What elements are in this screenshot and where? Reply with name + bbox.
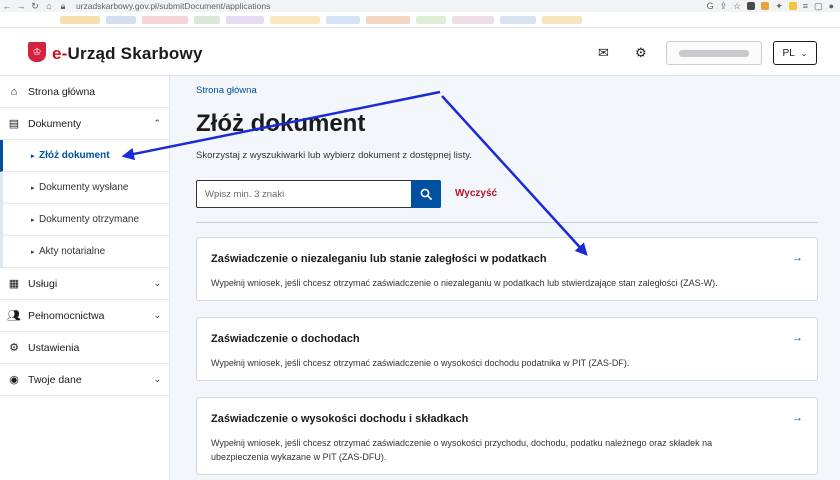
language-select[interactable]: PL ⌄	[773, 41, 817, 65]
sidebar-item-notarial-acts[interactable]: ▸ Akty notarialne	[0, 236, 169, 268]
page-title: Złóż dokument	[196, 110, 366, 137]
chevron-down-icon: ⌄	[153, 374, 161, 384]
home-icon: ⌂	[10, 85, 18, 98]
site-brand[interactable]: e-Urząd Skarbowy	[52, 44, 203, 64]
user-browser-icon[interactable]: ●	[829, 1, 834, 11]
gear-icon[interactable]: ⚙	[635, 45, 647, 61]
search-button[interactable]	[411, 180, 441, 208]
document-card-zas-df[interactable]: Zaświadczenie o dochodach Wypełnij wnios…	[196, 317, 818, 381]
extension-icon[interactable]	[747, 2, 756, 10]
sidebar: ⌂ Strona główna ▤ Dokumenty ⌃ ▸ Złóż dok…	[0, 76, 170, 480]
share-icon[interactable]: ⇪	[720, 1, 728, 12]
annotation-arrow-to-card	[441, 95, 588, 256]
google-icon[interactable]: G	[707, 1, 714, 11]
bookmark-item[interactable]	[106, 15, 136, 24]
sidebar-item-sent-documents[interactable]: ▸ Dokumenty wysłane	[0, 172, 169, 204]
bookmark-item[interactable]	[366, 15, 410, 24]
chevron-up-icon: ⌃	[153, 118, 161, 128]
bookmark-item[interactable]	[194, 15, 220, 24]
user-account-button[interactable]	[666, 41, 762, 65]
document-icon: ▤	[8, 118, 20, 130]
bookmark-item[interactable]	[452, 15, 494, 24]
bookmark-item[interactable]	[416, 15, 446, 24]
reload-icon[interactable]: ↻	[28, 0, 42, 12]
page-intro: Skorzystaj z wyszukiwarki lub wybierz do…	[196, 150, 472, 161]
bookmark-item[interactable]	[142, 15, 188, 24]
sidebar-item-home[interactable]: ⌂ Strona główna	[0, 76, 169, 108]
sidebar-item-services[interactable]: ▦ Usługi ⌄	[0, 268, 169, 300]
window-icon[interactable]: ▢	[814, 1, 823, 12]
search-icon	[420, 188, 432, 200]
list-icon[interactable]: ≡	[803, 1, 808, 11]
sidebar-item-settings[interactable]: ⚙ Ustawienia	[0, 332, 169, 364]
browser-extensions: G ⇪ ☆ ✦ ≡ ▢ ●	[707, 0, 834, 12]
sidebar-item-received-documents[interactable]: ▸ Dokumenty otrzymane	[0, 204, 169, 236]
bookmark-item[interactable]	[326, 15, 360, 24]
extension-icon[interactable]	[761, 2, 770, 10]
eagle-emblem-icon[interactable]: ♔	[28, 42, 46, 62]
bookmarks-bar	[0, 12, 840, 28]
users-icon: 👥︎	[7, 310, 21, 322]
puzzle-icon[interactable]: ✦	[775, 1, 783, 12]
arrow-right-icon: →	[792, 252, 803, 264]
document-card-zas-w[interactable]: Zaświadczenie o niezaleganiu lub stanie …	[196, 237, 818, 301]
user-icon: ◉	[9, 374, 19, 386]
bookmark-item[interactable]	[60, 15, 100, 24]
sidebar-item-documents[interactable]: ▤ Dokumenty ⌃	[0, 108, 169, 140]
sidebar-item-submit-document[interactable]: ▸ Złóż dokument	[0, 140, 169, 172]
gear-icon: ⚙	[9, 342, 19, 354]
chevron-down-icon: ⌄	[153, 310, 161, 320]
arrow-right-icon: →	[792, 332, 803, 344]
bookmark-item[interactable]	[542, 15, 582, 24]
document-card-zas-dfu[interactable]: Zaświadczenie o wysokości dochodu i skła…	[196, 397, 818, 475]
lock-icon: 🔒︎	[60, 1, 66, 11]
back-icon[interactable]: ←	[0, 0, 14, 12]
divider	[196, 222, 818, 223]
services-icon: ▦	[8, 278, 20, 290]
bookmark-item[interactable]	[270, 15, 320, 24]
sidebar-item-your-data[interactable]: ◉ Twoje dane ⌄	[0, 364, 169, 396]
bookmark-item[interactable]	[500, 15, 536, 24]
address-bar[interactable]: urzadskarbowy.gov.pl/submitDocument/appl…	[76, 1, 270, 11]
arrow-right-icon: →	[792, 412, 803, 424]
search-input[interactable]	[196, 180, 412, 208]
home-browser-icon[interactable]: ⌂	[42, 0, 56, 12]
chevron-down-icon: ⌄	[800, 48, 808, 58]
breadcrumb[interactable]: Strona główna	[196, 85, 257, 96]
extension-icon[interactable]	[788, 2, 797, 10]
bookmark-item[interactable]	[226, 15, 264, 24]
chevron-down-icon: ⌄	[153, 278, 161, 288]
mail-icon[interactable]: ✉	[598, 45, 609, 61]
browser-toolbar: ← → ↻ ⌂ 🔒︎ urzadskarbowy.gov.pl/submitDo…	[0, 0, 840, 12]
star-icon[interactable]: ☆	[733, 1, 741, 12]
site-header: ♔ e-Urząd Skarbowy ✉ ⚙ PL ⌄	[0, 28, 840, 76]
forward-icon[interactable]: →	[14, 0, 28, 12]
sidebar-item-powers-of-attorney[interactable]: 👥︎ Pełnomocnictwa ⌄	[0, 300, 169, 332]
clear-search-button[interactable]: Wyczyść	[455, 188, 497, 199]
